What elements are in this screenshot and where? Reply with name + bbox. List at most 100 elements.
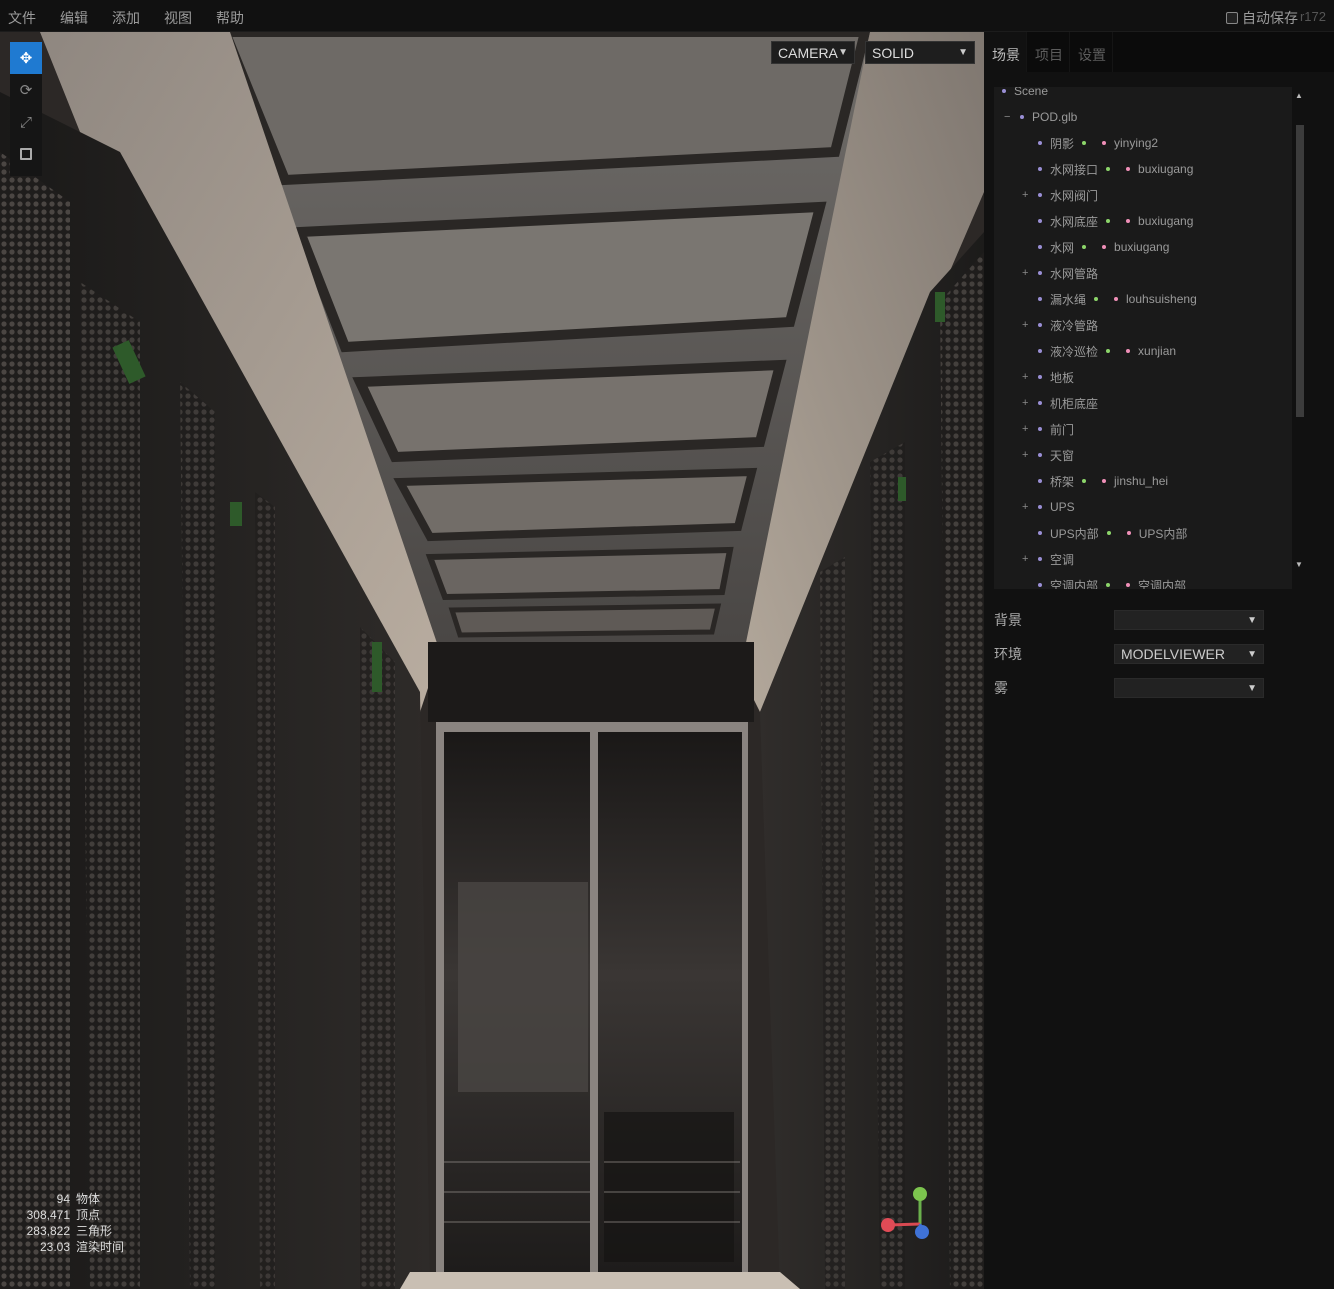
expand-icon[interactable]: + <box>1022 423 1028 435</box>
material-name: yinying2 <box>1114 136 1159 150</box>
info-label: 渲染时间 <box>76 1240 125 1254</box>
object-dot-icon <box>1038 427 1042 431</box>
outliner-item[interactable]: − POD.glb <box>1004 107 1077 127</box>
shading-select[interactable]: SOLID ▼ <box>865 41 975 64</box>
object-name: 水网底座 <box>1050 214 1099 229</box>
tab-scene[interactable]: 场景 <box>984 32 1027 72</box>
outliner-item[interactable]: 水网 buxiugang <box>1038 237 1169 257</box>
geometry-dot-icon <box>1106 531 1111 535</box>
menu-add[interactable]: 添加 <box>112 8 140 28</box>
info-value: 308,471 <box>26 1208 70 1222</box>
expand-icon[interactable]: + <box>1022 267 1028 279</box>
outliner-item[interactable]: + 地板 <box>1022 367 1074 387</box>
object-dot-icon <box>1038 271 1042 275</box>
scale-icon[interactable]: ⤢ <box>10 106 42 138</box>
material-dot-icon <box>1126 583 1131 587</box>
object-dot-icon <box>1038 141 1042 145</box>
outliner-item[interactable]: 液冷巡检 xunjian <box>1038 341 1176 361</box>
outliner-item[interactable]: + 水网管路 <box>1022 263 1098 283</box>
object-name: 空调 <box>1050 552 1075 567</box>
chevron-down-icon: ▼ <box>1247 648 1257 660</box>
material-name: xunjian <box>1138 344 1177 358</box>
outliner-item[interactable]: 桥架 jinshu_hei <box>1038 471 1168 491</box>
menu-help[interactable]: 帮助 <box>216 8 244 28</box>
scene-outliner[interactable]: Scene − POD.glb 阴影 yinying2 水网接口 buxiugang + 水网阀… <box>994 87 1308 589</box>
material-dot-icon <box>1126 167 1131 171</box>
outliner-item[interactable]: 水网底座 buxiugang <box>1038 211 1193 231</box>
outliner-item[interactable]: + 水网阀门 <box>1022 185 1099 205</box>
expand-icon[interactable]: + <box>1022 501 1028 513</box>
scroll-down-icon[interactable]: ▼ <box>1295 560 1303 569</box>
outliner-item[interactable]: 空调内部 空调内部 <box>1038 575 1186 589</box>
info-label: 三角形 <box>76 1224 113 1238</box>
viewport[interactable]: ✥ ⟳ ⤢ CAMERA ▼ SOLID ▼ 94 物体 308,471 顶点 … <box>0 32 984 1289</box>
outliner-item[interactable]: + 天窗 <box>1022 445 1074 465</box>
object-name: 水网阀门 <box>1050 188 1099 203</box>
outliner-item[interactable]: + 空调 <box>1022 549 1075 569</box>
translate-icon[interactable]: ✥ <box>10 42 42 74</box>
autosave-checkbox[interactable] <box>1226 12 1238 24</box>
info-objects: 94 物体 <box>6 1191 124 1207</box>
camera-select-value: CAMERA <box>778 44 838 61</box>
axis-gizmo-icon[interactable] <box>875 1182 935 1242</box>
expand-icon[interactable]: + <box>1022 397 1028 409</box>
menu-edit[interactable]: 编辑 <box>60 8 88 28</box>
outliner-scrollbar[interactable]: ▲ ▼ <box>1292 87 1308 589</box>
expand-icon[interactable]: + <box>1022 371 1028 383</box>
object-dot-icon <box>1038 375 1042 379</box>
info-value: 94 <box>56 1192 70 1206</box>
outliner-item[interactable]: 水网接口 buxiugang <box>1038 159 1193 179</box>
geometry-dot-icon <box>1094 297 1099 301</box>
camera-select[interactable]: CAMERA ▼ <box>771 41 855 64</box>
fog-label: 雾 <box>994 680 1008 696</box>
menu-file[interactable]: 文件 <box>8 8 36 28</box>
material-dot-icon <box>1102 141 1107 145</box>
object-dot-icon <box>1038 479 1042 483</box>
autosave-label: 自动保存 <box>1242 10 1298 26</box>
outliner-item[interactable]: Scene <box>1002 87 1048 101</box>
version-label: r172 <box>1299 9 1326 24</box>
expand-icon[interactable]: + <box>1022 449 1028 461</box>
scrollbar-thumb[interactable] <box>1296 125 1304 417</box>
sidebar-tabs: 场景 项目 设置 <box>984 32 1334 72</box>
outliner-item[interactable]: + 机柜底座 <box>1022 393 1098 413</box>
info-render-time: 23.03 渲染时间 <box>6 1239 124 1255</box>
background-select[interactable]: ▼ <box>1114 610 1264 630</box>
toggle-icon[interactable] <box>10 138 42 170</box>
object-dot-icon <box>1038 193 1042 197</box>
object-dot-icon <box>1038 531 1042 535</box>
outliner-item[interactable]: 阴影 yinying2 <box>1038 133 1158 153</box>
expand-icon[interactable]: + <box>1022 319 1028 331</box>
object-dot-icon <box>1038 323 1042 327</box>
object-name: 水网接口 <box>1050 162 1099 177</box>
rotate-icon[interactable]: ⟳ <box>10 74 42 106</box>
outliner-item[interactable]: + UPS <box>1022 497 1075 517</box>
object-dot-icon <box>1038 583 1042 587</box>
object-dot-icon <box>1038 167 1042 171</box>
outliner-item[interactable]: UPS内部 UPS内部 <box>1038 523 1187 543</box>
tab-project[interactable]: 项目 <box>1027 32 1070 72</box>
scene-render[interactable] <box>0 32 984 1289</box>
material-dot-icon <box>1126 349 1131 353</box>
material-dot-icon <box>1102 479 1107 483</box>
expand-icon[interactable]: + <box>1022 189 1028 201</box>
background-property: 背景 ▼ <box>994 609 1274 631</box>
outliner-item[interactable]: + 前门 <box>1022 419 1074 439</box>
material-dot-icon <box>1102 245 1107 249</box>
material-name: buxiugang <box>1138 162 1194 176</box>
autosave-toggle[interactable]: 自动保存 <box>1226 8 1298 28</box>
material-name: buxiugang <box>1138 214 1194 228</box>
outliner-item[interactable]: + 液冷管路 <box>1022 315 1098 335</box>
info-label: 顶点 <box>76 1208 101 1222</box>
fog-select[interactable]: ▼ <box>1114 678 1264 698</box>
scroll-up-icon[interactable]: ▲ <box>1295 91 1303 100</box>
object-dot-icon <box>1038 349 1042 353</box>
outliner-item[interactable]: 漏水绳 louhsuisheng <box>1038 289 1197 309</box>
environment-select[interactable]: MODELVIEWER ▼ <box>1114 644 1264 664</box>
collapse-icon[interactable]: − <box>1004 111 1010 123</box>
tab-settings[interactable]: 设置 <box>1070 32 1113 72</box>
menu-view[interactable]: 视图 <box>164 8 192 28</box>
expand-icon[interactable]: + <box>1022 553 1028 565</box>
geometry-dot-icon <box>1106 349 1111 353</box>
chevron-down-icon: ▼ <box>838 47 848 58</box>
